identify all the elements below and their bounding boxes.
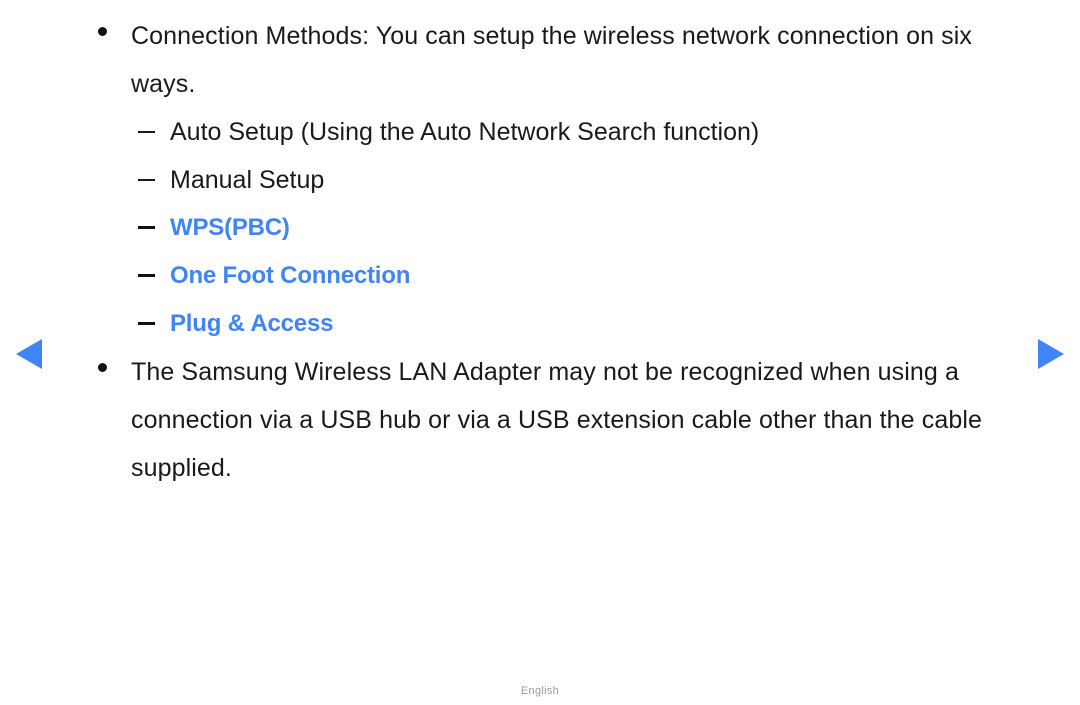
connection-methods-list: Auto Setup (Using the Auto Network Searc… (0, 108, 1080, 348)
bullet-item-text: Connection Methods: You can setup the wi… (131, 22, 973, 98)
bullet-item-text: The Samsung Wireless LAN Adapter may not… (131, 358, 982, 482)
list-item-wps-pbc: WPS(PBC) (0, 204, 1080, 252)
list-item-label: WPS(PBC) (170, 214, 290, 241)
dash-marker-icon (138, 322, 155, 325)
dash-marker-icon (138, 131, 155, 133)
bullet-dot-icon (98, 27, 107, 36)
list-item: Auto Setup (Using the Auto Network Searc… (0, 108, 1080, 156)
page-content: Connection Methods: You can setup the wi… (0, 12, 1080, 492)
bullet-item: The Samsung Wireless LAN Adapter may not… (0, 348, 1080, 492)
list-item-label: Manual Setup (170, 166, 325, 194)
list-item-label: Plug & Access (170, 310, 334, 337)
list-item-one-foot-connection: One Foot Connection (0, 252, 1080, 300)
dash-marker-icon (138, 226, 155, 229)
list-item: Manual Setup (0, 156, 1080, 204)
page-footer: English (0, 681, 1080, 699)
list-item-label: Auto Setup (Using the Auto Network Searc… (170, 118, 760, 146)
dash-marker-icon (138, 179, 155, 181)
bullet-item: Connection Methods: You can setup the wi… (0, 12, 1080, 108)
bullet-dot-icon (98, 363, 107, 372)
list-item-label: One Foot Connection (170, 262, 411, 289)
list-item-plug-and-access: Plug & Access (0, 300, 1080, 348)
manual-page: Connection Methods: You can setup the wi… (0, 0, 1080, 705)
dash-marker-icon (138, 274, 155, 277)
language-label: English (520, 685, 560, 697)
